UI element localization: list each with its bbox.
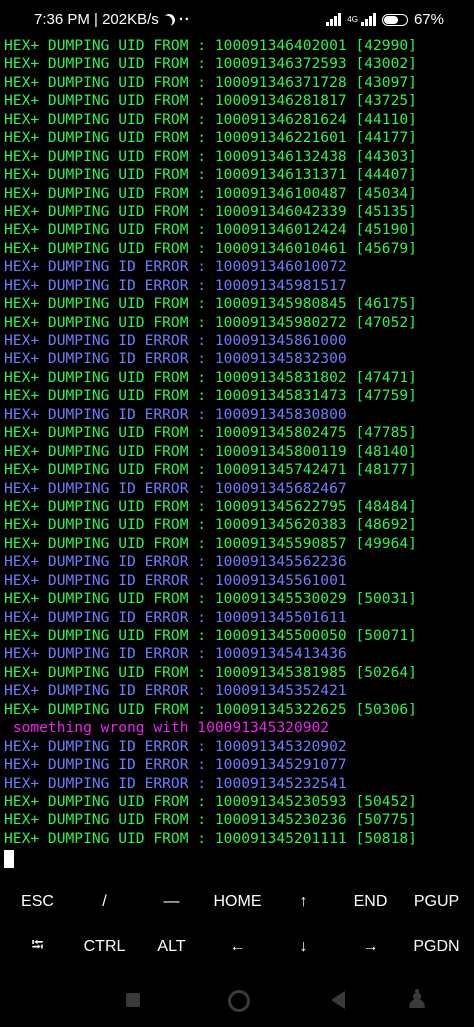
extra-keys-bar: ESC / — HOME ↑ END PGUP ⭾ CTRL ALT ← ↓ → PGDN xyxy=(0,878,474,974)
log-line-success: HEX+ DUMPING UID FROM : 100091346042339 … xyxy=(4,202,417,220)
log-line-success: HEX+ DUMPING UID FROM : 100091345530029 … xyxy=(4,590,417,608)
log-line-error: HEX+ DUMPING ID ERROR : 100091345981517 xyxy=(4,276,347,294)
key-row1-2[interactable]: — xyxy=(138,879,205,925)
log-line-success: HEX+ DUMPING UID FROM : 100091346131371 … xyxy=(4,166,417,184)
log-line-success: HEX+ DUMPING UID FROM : 100091346010461 … xyxy=(4,239,417,257)
log-line-success: HEX+ DUMPING UID FROM : 100091346281817 … xyxy=(4,92,417,110)
log-line-warning: something wrong with 100091345320902 xyxy=(4,719,330,737)
status-time-speed: 7:36 PM | 202KB/s xyxy=(34,11,159,28)
key-row1-4[interactable]: ↑ xyxy=(270,879,337,925)
signal-icon-2 xyxy=(360,13,376,26)
log-line-success: HEX+ DUMPING UID FROM : 100091345590857 … xyxy=(4,534,417,552)
system-navbar: ♟ xyxy=(0,975,474,1027)
key-row1-6[interactable]: PGUP xyxy=(403,879,470,925)
home-icon[interactable] xyxy=(228,990,250,1012)
notification-dots: ·· xyxy=(178,11,191,28)
log-line-success: HEX+ DUMPING UID FROM : 100091346402001 … xyxy=(4,37,417,54)
status-left: 7:36 PM | 202KB/s ·· xyxy=(34,11,191,28)
log-line-success: HEX+ DUMPING UID FROM : 100091345201111 … xyxy=(4,829,417,847)
log-line-success: HEX+ DUMPING UID FROM : 100091345980845 … xyxy=(4,295,417,313)
key-row2-5[interactable]: → xyxy=(337,924,404,970)
log-line-success: HEX+ DUMPING UID FROM : 100091346372593 … xyxy=(4,55,417,73)
key-row2-3[interactable]: ← xyxy=(204,924,271,970)
log-line-error: HEX+ DUMPING ID ERROR : 100091345320902 xyxy=(4,737,347,755)
key-row2-6[interactable]: PGDN xyxy=(403,924,470,970)
terminal-output[interactable]: HEX+ DUMPING UID FROM : 100091346402001 … xyxy=(4,37,474,869)
log-line-error: HEX+ DUMPING ID ERROR : 100091345291077 xyxy=(4,756,347,774)
key-row2-4[interactable]: ↓ xyxy=(270,924,337,970)
log-line-success: HEX+ DUMPING UID FROM : 100091346100487 … xyxy=(4,184,417,202)
log-line-error: HEX+ DUMPING ID ERROR : 100091345501611 xyxy=(4,608,347,626)
log-line-success: HEX+ DUMPING UID FROM : 100091346371728 … xyxy=(4,73,417,91)
log-line-error: HEX+ DUMPING ID ERROR : 100091345562236 xyxy=(4,553,347,571)
key-row1-0[interactable]: ESC xyxy=(4,879,71,925)
key-row1-3[interactable]: HOME xyxy=(204,879,271,925)
log-line-success: HEX+ DUMPING UID FROM : 100091345322625 … xyxy=(4,700,417,718)
log-line-error: HEX+ DUMPING ID ERROR : 100091345232541 xyxy=(4,774,347,792)
log-line-success: HEX+ DUMPING UID FROM : 100091345230593 … xyxy=(4,792,417,810)
key-row1-5[interactable]: END xyxy=(337,879,404,925)
accessibility-icon[interactable]: ♟ xyxy=(405,985,429,1015)
log-line-success: HEX+ DUMPING UID FROM : 100091345980272 … xyxy=(4,313,417,331)
log-line-success: HEX+ DUMPING UID FROM : 100091345620383 … xyxy=(4,516,417,534)
log-line-error: HEX+ DUMPING ID ERROR : 100091345830800 xyxy=(4,405,347,423)
log-line-success: HEX+ DUMPING UID FROM : 100091346221601 … xyxy=(4,129,417,147)
key-row2-2[interactable]: ALT xyxy=(138,924,205,970)
moon-icon xyxy=(161,11,177,27)
terminal-cursor xyxy=(4,850,14,869)
log-line-success: HEX+ DUMPING UID FROM : 100091345500050 … xyxy=(4,627,417,644)
status-right: 4G 67% xyxy=(326,11,444,28)
back-icon[interactable] xyxy=(331,991,345,1009)
log-line-error: HEX+ DUMPING ID ERROR : 100091345832300 xyxy=(4,350,347,368)
log-line-error: HEX+ DUMPING ID ERROR : 100091345561001 xyxy=(4,571,347,589)
status-bar: 7:36 PM | 202KB/s ·· 4G 67% xyxy=(0,0,474,38)
signal-icon xyxy=(326,13,342,26)
log-line-success: HEX+ DUMPING UID FROM : 100091345742471 … xyxy=(4,461,417,479)
log-line-error: HEX+ DUMPING ID ERROR : 100091345413436 xyxy=(4,645,347,663)
network-tag: 4G xyxy=(347,14,358,24)
log-line-success: HEX+ DUMPING UID FROM : 100091345230236 … xyxy=(4,811,417,829)
key-row2-0[interactable]: ⭾ xyxy=(4,924,71,970)
log-line-error: HEX+ DUMPING ID ERROR : 100091345682467 xyxy=(4,479,347,497)
key-row2-1[interactable]: CTRL xyxy=(71,924,138,970)
log-line-success: HEX+ DUMPING UID FROM : 100091346132438 … xyxy=(4,147,417,165)
log-line-success: HEX+ DUMPING UID FROM : 100091345831473 … xyxy=(4,387,417,405)
battery-icon xyxy=(381,13,408,26)
recents-icon[interactable] xyxy=(126,993,140,1007)
log-line-error: HEX+ DUMPING ID ERROR : 100091345861000 xyxy=(4,332,347,349)
log-line-success: HEX+ DUMPING UID FROM : 100091345800119 … xyxy=(4,442,417,460)
battery-percent: 67% xyxy=(413,11,444,28)
key-row1-1[interactable]: / xyxy=(71,879,138,925)
log-line-success: HEX+ DUMPING UID FROM : 100091346012424 … xyxy=(4,221,417,239)
log-line-error: HEX+ DUMPING ID ERROR : 100091346010072 xyxy=(4,258,347,276)
log-line-success: HEX+ DUMPING UID FROM : 100091345622795 … xyxy=(4,497,417,515)
log-line-error: HEX+ DUMPING ID ERROR : 100091345352421 xyxy=(4,682,347,700)
log-line-success: HEX+ DUMPING UID FROM : 100091346281624 … xyxy=(4,110,417,128)
log-line-success: HEX+ DUMPING UID FROM : 100091345381985 … xyxy=(4,663,417,681)
log-line-success: HEX+ DUMPING UID FROM : 100091345802475 … xyxy=(4,424,417,442)
log-line-success: HEX+ DUMPING UID FROM : 100091345831802 … xyxy=(4,368,417,386)
